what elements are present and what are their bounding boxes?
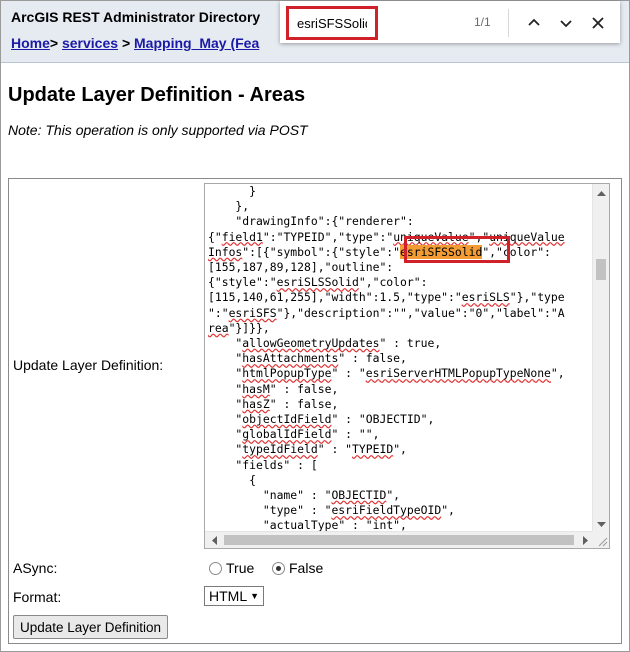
breadcrumb-home-link[interactable]: Home bbox=[11, 35, 50, 51]
async-false-label: False bbox=[289, 560, 324, 576]
page-note: Note: This operation is only supported v… bbox=[8, 122, 308, 138]
async-true-label: True bbox=[226, 560, 255, 576]
scroll-left-icon[interactable] bbox=[205, 532, 222, 548]
breadcrumb-services-link[interactable]: services bbox=[62, 35, 118, 51]
find-match-count: 1/1 bbox=[474, 15, 491, 29]
breadcrumb-separator: > bbox=[121, 35, 131, 51]
page-title: Update Layer Definition - Areas bbox=[8, 84, 306, 106]
async-label: ASync: bbox=[13, 560, 58, 576]
dropdown-arrow-icon: ▼ bbox=[250, 591, 259, 601]
definition-label: Update Layer Definition: bbox=[13, 357, 164, 373]
layer-definition-code: } }, "drawingInfo":{"renderer": {"field1… bbox=[208, 184, 565, 533]
close-icon bbox=[592, 17, 604, 29]
async-true-radio[interactable] bbox=[209, 561, 222, 575]
find-bar: 1/1 bbox=[280, 1, 620, 43]
find-divider bbox=[508, 9, 509, 37]
breadcrumb: Home> services > Mapping_May (Fea bbox=[11, 35, 259, 51]
async-false-radio[interactable] bbox=[272, 561, 285, 575]
format-label: Format: bbox=[13, 589, 62, 605]
textarea-vertical-scrollbar[interactable] bbox=[592, 184, 609, 533]
chevron-up-icon bbox=[528, 18, 540, 26]
find-previous-button[interactable] bbox=[522, 11, 546, 35]
resize-grip-icon[interactable] bbox=[592, 531, 609, 548]
find-next-button[interactable] bbox=[554, 11, 578, 35]
format-select-value: HTML bbox=[209, 588, 248, 604]
search-match-highlight: esriSFSSolid bbox=[400, 244, 483, 259]
app-title: ArcGIS REST Administrator Directory bbox=[11, 9, 261, 25]
horizontal-scroll-thumb[interactable] bbox=[224, 535, 574, 545]
breadcrumb-separator: > bbox=[49, 35, 59, 51]
async-false-option[interactable]: False bbox=[272, 560, 323, 576]
layer-definition-textarea[interactable]: } }, "drawingInfo":{"renderer": {"field1… bbox=[204, 183, 610, 549]
chevron-down-icon bbox=[560, 20, 572, 28]
textarea-horizontal-scrollbar[interactable] bbox=[205, 531, 594, 548]
find-close-button[interactable] bbox=[586, 11, 610, 35]
scroll-up-icon[interactable] bbox=[593, 184, 609, 201]
async-true-option[interactable]: True bbox=[209, 560, 254, 576]
breadcrumb-mapping-link[interactable]: Mapping_May (Fea bbox=[134, 35, 259, 51]
vertical-scroll-thumb[interactable] bbox=[596, 259, 606, 280]
update-layer-definition-button[interactable]: Update Layer Definition bbox=[13, 615, 168, 639]
format-select[interactable]: HTML ▼ bbox=[204, 586, 264, 606]
find-input[interactable] bbox=[286, 6, 378, 40]
